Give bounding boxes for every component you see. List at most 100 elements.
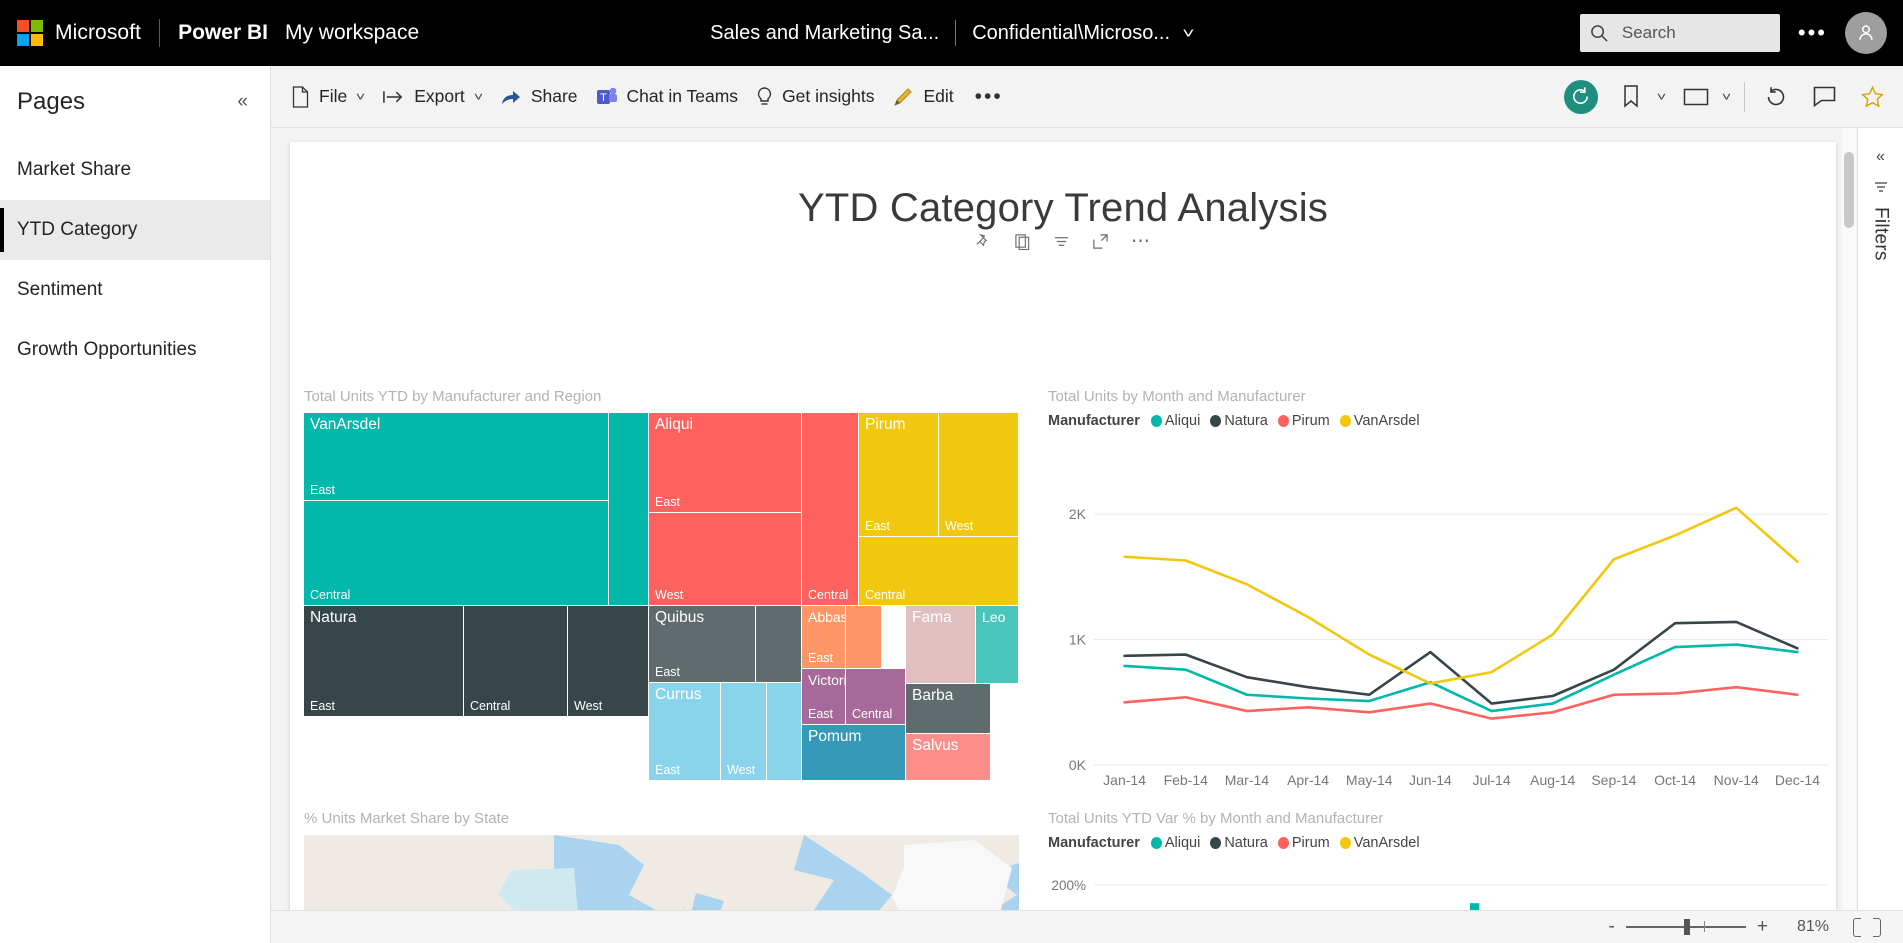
- treemap-cell[interactable]: [767, 683, 801, 780]
- filters-rail[interactable]: « Filters: [1857, 128, 1903, 910]
- sensitivity-label[interactable]: Confidential\Microso...: [972, 22, 1170, 45]
- treemap-cell[interactable]: Barba: [906, 684, 990, 733]
- treemap-cell-region: West: [655, 588, 684, 602]
- treemap-cell[interactable]: Currus East: [649, 683, 720, 780]
- workspace-name[interactable]: My workspace: [285, 21, 419, 45]
- chevron-down-icon[interactable]: ˅: [1657, 90, 1666, 104]
- map-visual[interactable]: % Units Market Share by State: [304, 810, 1019, 910]
- refresh-button[interactable]: [1759, 80, 1793, 114]
- treemap-cell[interactable]: Salvus: [906, 734, 990, 780]
- treemap-cell[interactable]: VanArsdel East: [304, 413, 608, 500]
- pin-icon[interactable]: [975, 233, 992, 250]
- share-button[interactable]: Share: [491, 76, 587, 118]
- line-series[interactable]: [1123, 685, 1799, 720]
- command-bar: File ˅ Export ˅ Share T Chat in Teams Ge…: [271, 66, 1903, 128]
- treemap-cell[interactable]: [846, 606, 881, 668]
- map-plot[interactable]: NORTH AMERICA: [304, 835, 1019, 910]
- visual-more-icon[interactable]: ⋯: [1131, 232, 1151, 251]
- legend-item-aliqui[interactable]: Aliqui: [1150, 835, 1200, 851]
- export-button[interactable]: Export ˅: [373, 76, 491, 118]
- legend-item-natura[interactable]: Natura: [1210, 835, 1268, 851]
- edit-button[interactable]: Edit: [883, 76, 962, 118]
- treemap-cell[interactable]: Central: [464, 606, 567, 716]
- treemap-plot[interactable]: VanArsdel East Central Natura East Central Wes…: [304, 413, 1019, 781]
- command-more-icon[interactable]: •••: [963, 86, 1015, 107]
- treemap-cell[interactable]: Central: [802, 413, 858, 605]
- zoom-slider-thumb[interactable]: [1683, 919, 1690, 935]
- search-input[interactable]: Search: [1579, 14, 1780, 52]
- chevron-down-icon[interactable]: ˅: [1722, 90, 1731, 104]
- treemap-cell[interactable]: Victoria East: [802, 669, 845, 724]
- bar[interactable]: [1469, 903, 1480, 910]
- treemap-cell[interactable]: West: [939, 413, 1018, 536]
- treemap-cell[interactable]: Abbas East: [802, 606, 845, 668]
- line-chart-legend: Manufacturer Aliqui Natura Pirum VanArsd…: [1048, 413, 1838, 429]
- sidebar-item-growth-opportunities[interactable]: Growth Opportunities: [0, 320, 270, 380]
- reset-button[interactable]: [1563, 79, 1598, 114]
- chevron-down-icon[interactable]: ˅: [356, 90, 365, 104]
- line-chart-plot[interactable]: 0K 1K 2K Jan-14 Feb-14 Mar-14 Apr-14 May-14 Jun-…: [1048, 433, 1838, 801]
- treemap-cell[interactable]: Quibus East: [649, 606, 755, 682]
- legend-item-aliqui[interactable]: Aliqui: [1150, 413, 1200, 429]
- legend-item-pirum[interactable]: Pirum: [1277, 413, 1330, 429]
- treemap-cell-name: Pomum: [808, 728, 862, 745]
- favorite-button[interactable]: [1855, 80, 1889, 114]
- fit-to-page-icon[interactable]: [1853, 916, 1881, 938]
- treemap-cell[interactable]: Central: [859, 537, 1018, 605]
- treemap-cell[interactable]: [756, 606, 801, 682]
- zoom-out-button[interactable]: -: [1602, 916, 1622, 938]
- copy-icon[interactable]: [1014, 233, 1031, 250]
- bookmark-button[interactable]: [1614, 80, 1648, 114]
- filter-icon[interactable]: [1874, 180, 1888, 197]
- expand-filters-icon[interactable]: «: [1876, 148, 1885, 166]
- treemap-cell[interactable]: West: [721, 683, 766, 780]
- treemap-cell[interactable]: West: [568, 606, 648, 716]
- report-name[interactable]: Sales and Marketing Sa...: [710, 22, 939, 45]
- canvas-scroll-thumb[interactable]: [1844, 152, 1854, 228]
- comment-button[interactable]: [1807, 80, 1841, 114]
- bar-chart-visual[interactable]: Total Units YTD Var % by Month and Manuf…: [1048, 810, 1838, 910]
- search-icon: [1591, 24, 1608, 42]
- treemap-cell[interactable]: Fama: [906, 606, 975, 683]
- legend-item-pirum[interactable]: Pirum: [1277, 835, 1330, 851]
- get-insights-button[interactable]: Get insights: [747, 76, 883, 118]
- status-bar: - + 81%: [271, 910, 1903, 943]
- treemap-cell[interactable]: Central: [846, 669, 905, 724]
- sidebar-item-market-share[interactable]: Market Share: [0, 140, 270, 200]
- header-more-icon[interactable]: •••: [1798, 22, 1827, 44]
- focus-icon[interactable]: [1092, 233, 1109, 250]
- line-chart-visual[interactable]: Total Units by Month and Manufacturer Ma…: [1048, 388, 1838, 801]
- treemap-cell-name: Natura: [310, 609, 357, 626]
- collapse-pages-icon[interactable]: «: [237, 91, 248, 113]
- treemap-cell[interactable]: Central: [304, 501, 608, 605]
- canvas-scrollbar[interactable]: [1842, 128, 1856, 910]
- treemap-visual[interactable]: Total Units YTD by Manufacturer and Regi…: [304, 388, 1019, 781]
- treemap-cell[interactable]: West: [649, 513, 801, 605]
- powerbi-brand[interactable]: Power BI: [178, 21, 268, 45]
- file-button[interactable]: File ˅: [282, 76, 373, 118]
- line-series[interactable]: [1123, 506, 1799, 685]
- view-button[interactable]: [1679, 80, 1713, 114]
- treemap-cell[interactable]: Natura East: [304, 606, 463, 716]
- treemap-cell[interactable]: Pirum East: [859, 413, 938, 536]
- legend-item-vanarsdel[interactable]: VanArsdel: [1339, 413, 1420, 429]
- treemap-cell[interactable]: Pomum: [802, 725, 905, 780]
- y-axis-tick-label: 200%: [1051, 878, 1086, 893]
- avatar[interactable]: [1845, 12, 1887, 54]
- zoom-in-button[interactable]: +: [1750, 916, 1775, 938]
- sidebar-item-sentiment[interactable]: Sentiment: [0, 260, 270, 320]
- treemap-cell[interactable]: Aliqui East: [649, 413, 801, 512]
- treemap-cell[interactable]: Leo: [976, 606, 1018, 683]
- chevron-down-icon[interactable]: ˅: [1182, 25, 1194, 42]
- y-axis-tick-label: 2K: [1069, 506, 1087, 522]
- chevron-down-icon[interactable]: ˅: [474, 90, 483, 104]
- legend-item-natura[interactable]: Natura: [1210, 413, 1268, 429]
- legend-item-vanarsdel[interactable]: VanArsdel: [1339, 835, 1420, 851]
- filter-icon[interactable]: [1053, 233, 1070, 250]
- zoom-slider-tick: [1703, 921, 1705, 932]
- sidebar-item-ytd-category[interactable]: YTD Category: [0, 200, 270, 260]
- chat-in-teams-button[interactable]: T Chat in Teams: [587, 76, 748, 118]
- zoom-slider[interactable]: [1625, 919, 1746, 935]
- bar-chart-plot[interactable]: 0%100%200%: [1048, 855, 1838, 910]
- treemap-cell[interactable]: [609, 413, 648, 605]
